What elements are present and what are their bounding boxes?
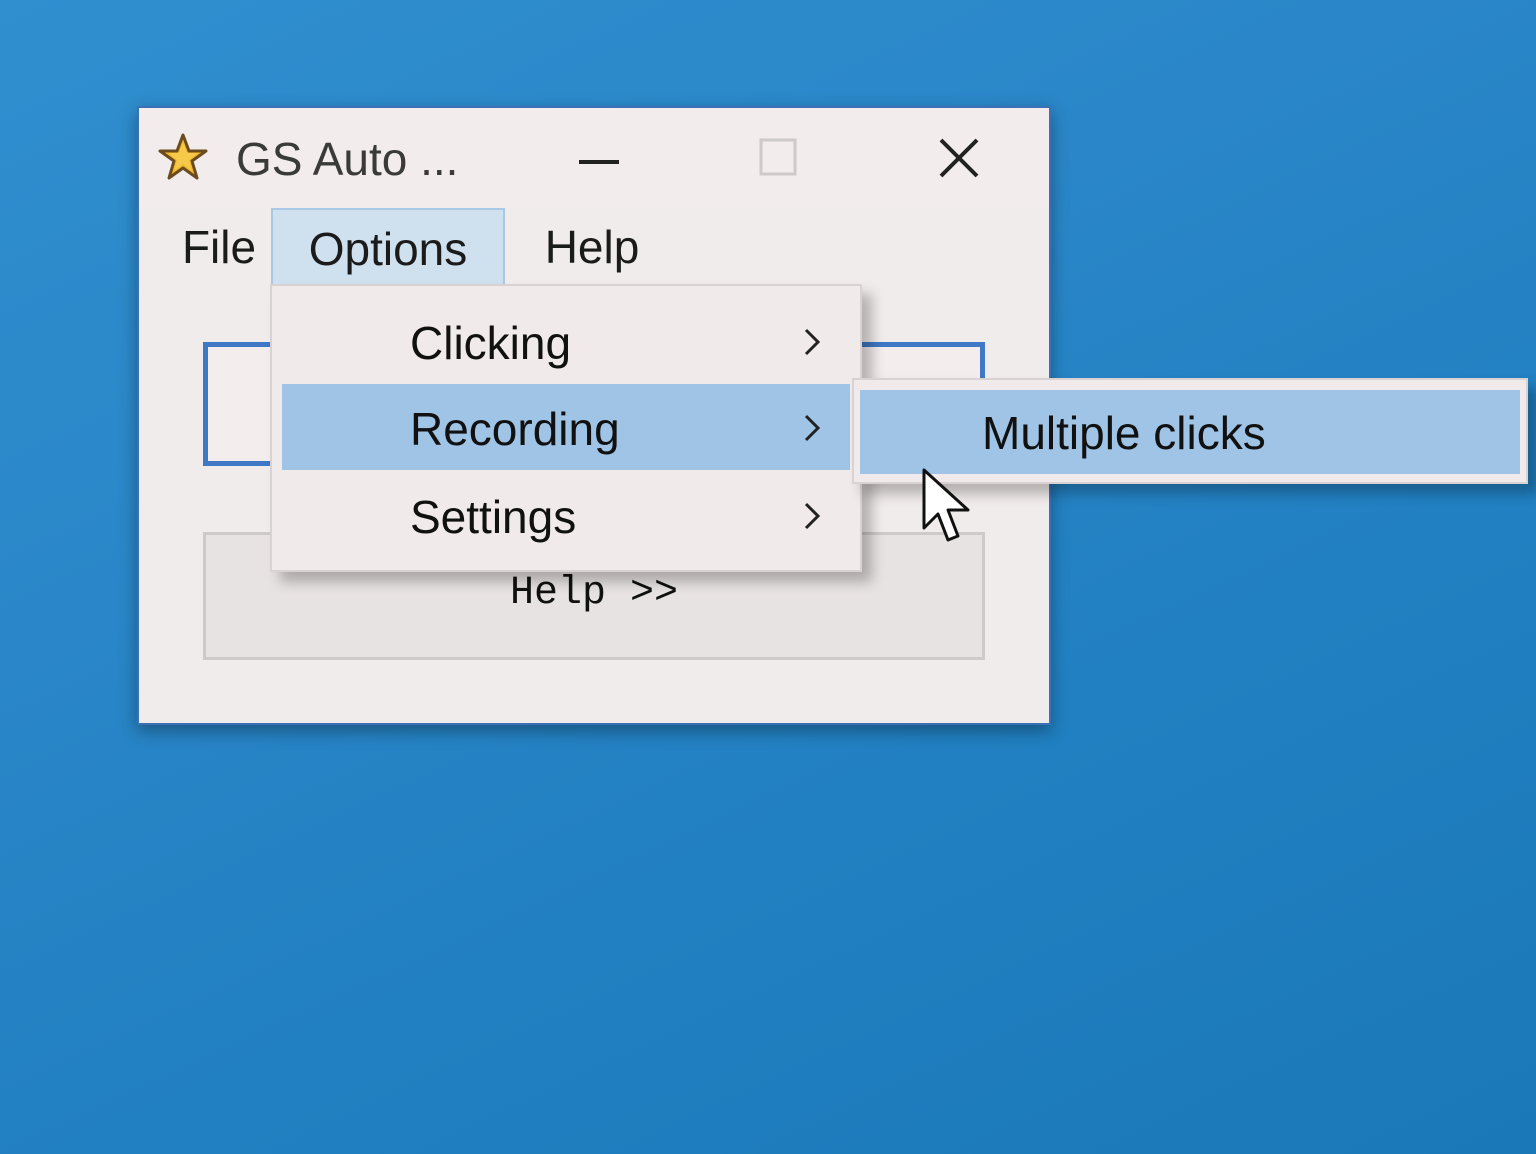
mouse-pointer-icon [922,468,970,542]
maximize-icon [759,138,797,176]
star-icon [158,133,208,180]
menu-item-label: Clicking [410,317,572,369]
help-button-label: Help >> [509,571,679,616]
title-bar[interactable]: GS Auto ... [139,108,1049,208]
menu-item-label: Multiple clicks [982,407,1266,459]
menu-item-label: Settings [410,491,577,543]
maximize-button[interactable] [739,126,819,192]
menu-item-multiple-clicks[interactable]: Multiple clicks [860,390,1520,474]
chevron-right-icon [804,414,821,442]
menu-item-recording[interactable]: Recording [282,384,850,470]
minimize-icon [579,160,619,164]
menu-item-label: Recording [410,403,620,455]
menu-options[interactable]: Options [271,208,505,286]
options-dropdown: Clicking Recording Settings [270,284,862,572]
minimize-button[interactable] [559,126,639,192]
close-icon [939,138,979,178]
menu-help[interactable]: Help [523,208,661,286]
close-button[interactable] [919,126,999,192]
menu-item-clicking[interactable]: Clicking [282,298,850,384]
menu-bar: File Options Help [139,208,1049,286]
menu-item-settings[interactable]: Settings [282,472,850,558]
window-title: GS Auto ... [236,133,459,185]
chevron-right-icon [804,328,821,356]
menu-file[interactable]: File [157,208,281,286]
chevron-right-icon [804,502,821,530]
